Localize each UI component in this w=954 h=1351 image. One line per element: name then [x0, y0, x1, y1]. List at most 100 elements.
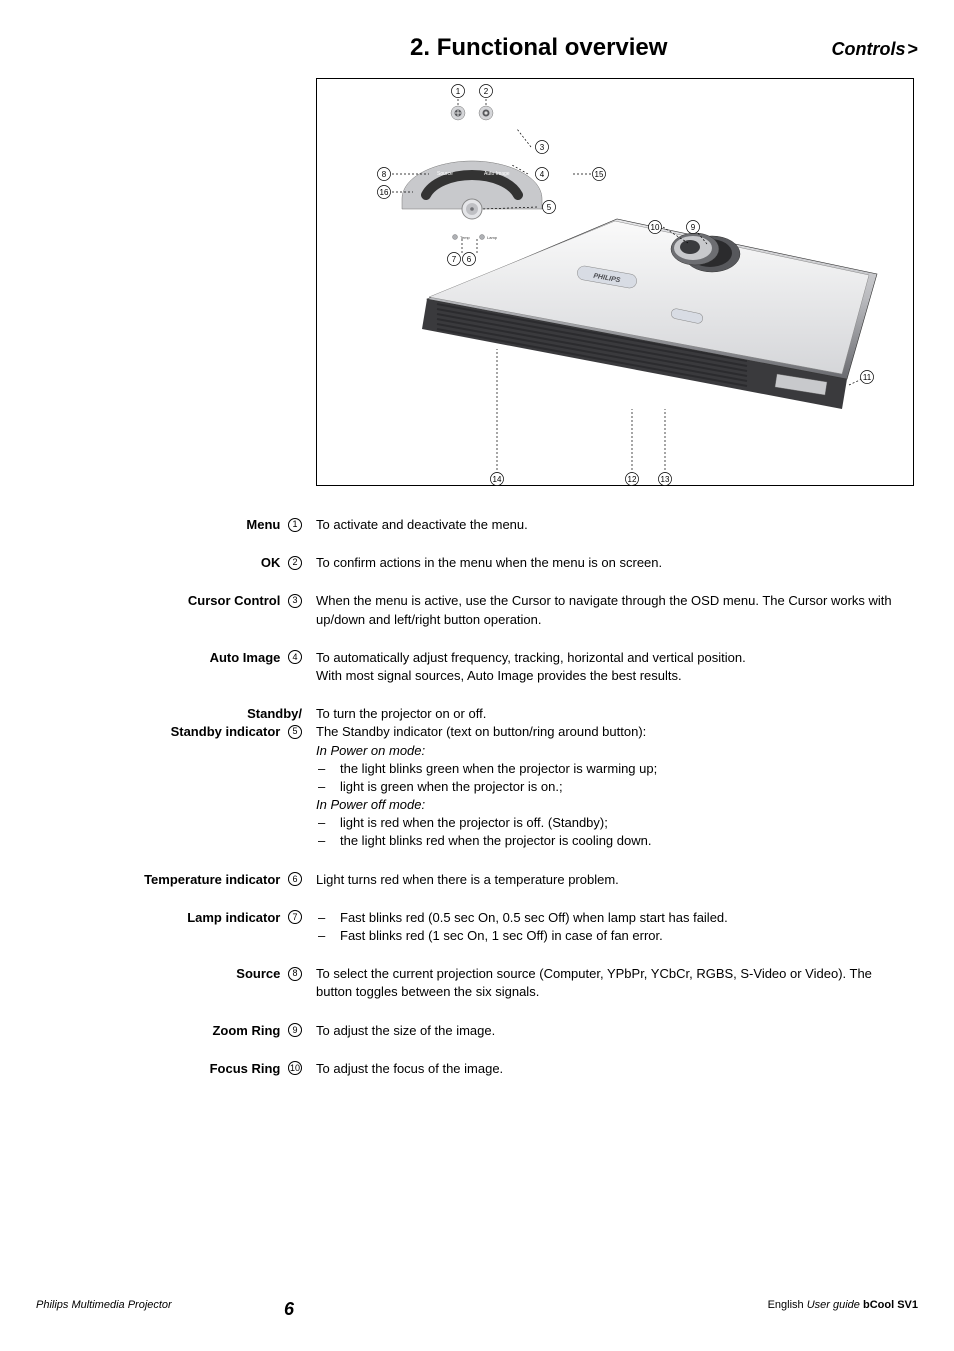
entry-label: Zoom Ring 9 — [36, 1022, 316, 1040]
footer-model: bCool SV1 — [863, 1299, 918, 1311]
entry-label: Source 8 — [36, 965, 316, 1001]
svg-text:15: 15 — [595, 170, 604, 179]
entry-number-circle: 4 — [288, 650, 302, 664]
footer-right: English User guide bCool SV1 — [768, 1299, 918, 1311]
entry-description: –Fast blinks red (0.5 sec On, 0.5 sec Of… — [316, 909, 918, 945]
entry-label: Lamp indicator 7 — [36, 909, 316, 945]
svg-text:8: 8 — [382, 170, 387, 179]
entry-number-circle: 5 — [288, 725, 302, 739]
svg-text:4: 4 — [540, 170, 545, 179]
svg-text:16: 16 — [380, 188, 389, 197]
breadcrumb-arrow: > — [907, 39, 918, 59]
list-item: –light is green when the projector is on… — [316, 778, 908, 796]
entry-row: Temperature indicator 6Light turns red w… — [36, 871, 918, 889]
description-text: With most signal sources, Auto Image pro… — [316, 667, 908, 685]
entry-number-circle: 9 — [288, 1023, 302, 1037]
autoimage-button-label: Auto Image — [484, 171, 510, 177]
entry-number-circle: 8 — [288, 967, 302, 981]
svg-text:14: 14 — [493, 475, 502, 484]
page-title: 2. Functional overview — [36, 34, 831, 62]
description-text: To turn the projector on or off. — [316, 705, 908, 723]
entry-number-circle: 10 — [288, 1061, 302, 1075]
callout-7: 7 — [448, 253, 461, 266]
entry-label: Auto Image 4 — [36, 649, 316, 685]
entry-label: OK 2 — [36, 554, 316, 572]
svg-text:11: 11 — [863, 373, 872, 382]
entry-number-circle: 3 — [288, 594, 302, 608]
entry-number-circle: 1 — [288, 518, 302, 532]
footer-lang: English — [768, 1299, 804, 1311]
entry-row: Lamp indicator 7–Fast blinks red (0.5 se… — [36, 909, 918, 945]
description-text: To automatically adjust frequency, track… — [316, 649, 908, 667]
callout-8: 8 — [378, 168, 391, 181]
callout-1: 1 — [452, 85, 465, 98]
entry-description: When the menu is active, use the Cursor … — [316, 592, 918, 628]
control-descriptions: Menu 1To activate and deactivate the men… — [36, 516, 918, 1078]
description-text: When the menu is active, use the Cursor … — [316, 592, 908, 628]
svg-text:12: 12 — [628, 475, 637, 484]
entry-description: To select the current projection source … — [316, 965, 918, 1001]
entry-row: Standby/Standby indicator 5To turn the p… — [36, 705, 918, 851]
callout-11: 11 — [861, 371, 874, 384]
callout-12: 12 — [626, 473, 639, 486]
entry-number-circle: 7 — [288, 910, 302, 924]
callout-4: 4 — [536, 168, 549, 181]
entry-row: Menu 1To activate and deactivate the men… — [36, 516, 918, 534]
svg-text:5: 5 — [547, 203, 552, 212]
svg-text:7: 7 — [452, 255, 457, 264]
list-item: –the light blinks red when the projector… — [316, 832, 908, 850]
svg-text:Lamp: Lamp — [487, 235, 498, 240]
entry-description: Light turns red when there is a temperat… — [316, 871, 918, 889]
entry-label: Temperature indicator 6 — [36, 871, 316, 889]
section-label: Controls> — [831, 39, 918, 60]
entry-description: To activate and deactivate the menu. — [316, 516, 918, 534]
description-text: The Standby indicator (text on button/ri… — [316, 723, 908, 741]
section-text: Controls — [831, 39, 905, 59]
entry-description: To confirm actions in the menu when the … — [316, 554, 918, 572]
description-text: To adjust the focus of the image. — [316, 1060, 908, 1078]
svg-text:6: 6 — [467, 255, 472, 264]
entry-description: To automatically adjust frequency, track… — [316, 649, 918, 685]
entry-label: Standby/Standby indicator 5 — [36, 705, 316, 851]
callout-16: 16 — [378, 186, 391, 199]
svg-text:10: 10 — [651, 223, 660, 232]
entry-row: Cursor Control 3When the menu is active,… — [36, 592, 918, 628]
description-text: To select the current projection source … — [316, 965, 908, 1001]
callout-14: 14 — [491, 473, 504, 486]
description-text: To activate and deactivate the menu. — [316, 516, 908, 534]
entry-description: To adjust the focus of the image. — [316, 1060, 918, 1078]
entry-number-circle: 6 — [288, 872, 302, 886]
entry-row: Zoom Ring 9To adjust the size of the ima… — [36, 1022, 918, 1040]
description-text: To adjust the size of the image. — [316, 1022, 908, 1040]
entry-description: To adjust the size of the image. — [316, 1022, 918, 1040]
svg-text:3: 3 — [540, 143, 545, 152]
description-text: Light turns red when there is a temperat… — [316, 871, 908, 889]
svg-text:13: 13 — [661, 475, 670, 484]
svg-text:2: 2 — [484, 87, 489, 96]
projector-diagram: PHILIPS Source Auto Image — [316, 78, 914, 486]
entry-row: Source 8To select the current projection… — [36, 965, 918, 1001]
callout-3: 3 — [536, 141, 549, 154]
entry-row: Auto Image 4To automatically adjust freq… — [36, 649, 918, 685]
entry-row: Focus Ring 10To adjust the focus of the … — [36, 1060, 918, 1078]
list-item: –Fast blinks red (1 sec On, 1 sec Off) i… — [316, 927, 908, 945]
list-item: –light is red when the projector is off.… — [316, 814, 908, 832]
footer-guide: User guide — [807, 1299, 863, 1311]
description-text: To confirm actions in the menu when the … — [316, 554, 908, 572]
callout-13: 13 — [659, 473, 672, 486]
entry-description: To turn the projector on or off.The Stan… — [316, 705, 918, 851]
footer-page-number: 6 — [284, 1299, 294, 1320]
callout-15: 15 — [593, 168, 606, 181]
callout-10: 10 — [649, 221, 662, 234]
description-text: In Power off mode: — [316, 796, 908, 814]
footer-left: Philips Multimedia Projector — [36, 1299, 768, 1311]
callout-2: 2 — [480, 85, 493, 98]
entry-label: Cursor Control 3 — [36, 592, 316, 628]
callout-9: 9 — [687, 221, 700, 234]
source-button-label: Source — [437, 171, 453, 177]
callout-5: 5 — [543, 201, 556, 214]
entry-row: OK 2To confirm actions in the menu when … — [36, 554, 918, 572]
svg-text:1: 1 — [456, 87, 461, 96]
description-text: In Power on mode: — [316, 742, 908, 760]
svg-text:Temp: Temp — [460, 235, 471, 240]
